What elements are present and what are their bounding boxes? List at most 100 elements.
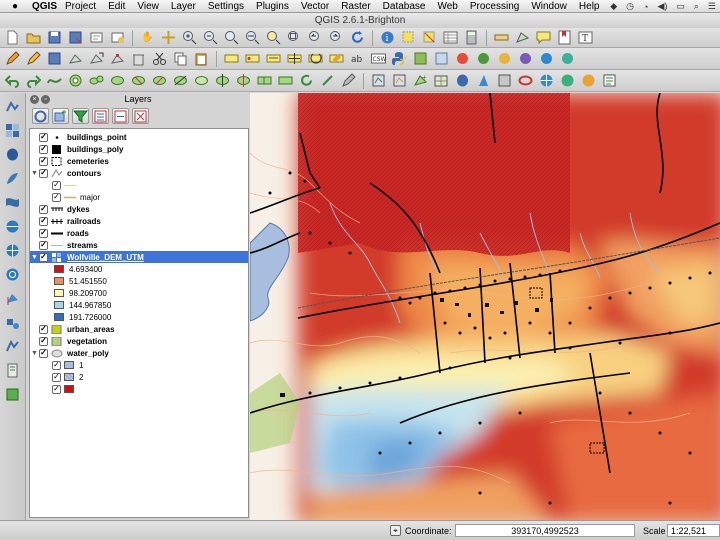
add-vector-icon[interactable]: + (412, 73, 429, 89)
layer-visibility-checkbox[interactable]: ✓ (39, 324, 48, 334)
plugin-d-icon[interactable] (475, 51, 492, 67)
layer-row-railroads[interactable]: ✓ railroads (30, 215, 101, 227)
menu-edit[interactable]: Edit (108, 1, 125, 12)
add-delimited-layer-icon[interactable] (3, 313, 23, 332)
add-wfs-layer-icon[interactable] (3, 289, 23, 308)
measure-line-icon[interactable] (493, 30, 510, 46)
legend-item-water-class-2[interactable]: ✓ 2 (52, 371, 83, 383)
zoom-out-icon[interactable] (202, 30, 219, 46)
add-postgis-layer-icon[interactable] (3, 145, 23, 164)
map-tips-icon[interactable] (535, 30, 552, 46)
add-delimited-text-icon[interactable] (601, 73, 618, 89)
plugin-c-icon[interactable] (454, 51, 471, 67)
reshape-icon[interactable] (172, 73, 189, 89)
cut-features-icon[interactable] (151, 51, 168, 67)
plugin-e-icon[interactable] (496, 51, 513, 67)
expand-all-icon[interactable] (92, 108, 109, 124)
menu-raster[interactable]: Raster (341, 1, 370, 12)
plugin-g-icon[interactable] (538, 51, 555, 67)
apple-icon[interactable]: ● (8, 1, 22, 12)
python-console-icon[interactable] (391, 51, 408, 67)
class-visibility-checkbox[interactable]: ✓ (52, 360, 61, 370)
refresh-icon[interactable] (349, 30, 366, 46)
open-attribute-table-icon[interactable] (442, 30, 459, 46)
zoom-native-icon[interactable] (223, 30, 240, 46)
show-labels-icon[interactable] (265, 51, 282, 67)
clock-icon[interactable]: ◷ (626, 1, 634, 12)
merge-features-icon[interactable] (256, 73, 273, 89)
coordinate-field[interactable]: 393170,4992523 (455, 524, 635, 537)
class-visibility-checkbox[interactable]: ✓ (52, 180, 61, 190)
new-print-composer-icon[interactable] (88, 30, 105, 46)
zoom-to-layer-icon[interactable] (286, 30, 303, 46)
add-oracle-icon[interactable] (517, 73, 534, 89)
save-layer-edits-icon[interactable] (46, 51, 63, 67)
layer-row-roads[interactable]: ✓ roads (30, 227, 89, 239)
add-wcs-icon[interactable] (559, 73, 576, 89)
layer-visibility-checkbox[interactable]: ✓ (39, 204, 48, 214)
layer-styling-icon[interactable] (32, 108, 49, 124)
add-virtual-layer-icon[interactable] (3, 337, 23, 356)
menu-vector[interactable]: Vector (301, 1, 329, 12)
menu-layer[interactable]: Layer (171, 1, 196, 12)
new-project-icon[interactable] (4, 30, 21, 46)
add-part-icon[interactable] (88, 73, 105, 89)
select-features-icon[interactable] (400, 30, 417, 46)
layer-row-vegetation[interactable]: ✓ vegetation (30, 335, 107, 347)
field-calculator-icon[interactable] (463, 30, 480, 46)
add-raster-layer-icon[interactable] (3, 121, 23, 140)
redo-icon[interactable] (25, 73, 42, 89)
add-group-icon[interactable] (52, 108, 69, 124)
layer-visibility-checkbox[interactable]: ✓ (39, 156, 48, 166)
rotate-label-icon[interactable] (307, 51, 324, 67)
menu-processing[interactable]: Processing (470, 1, 519, 12)
plugin-a-icon[interactable] (412, 51, 429, 67)
menu-project[interactable]: Project (65, 1, 96, 12)
label-text-icon[interactable]: ab (349, 51, 366, 67)
delete-part-icon[interactable] (151, 73, 168, 89)
open-project-icon[interactable] (25, 30, 42, 46)
measure-area-icon[interactable] (514, 30, 531, 46)
add-vector-layer-icon[interactable] (3, 97, 23, 116)
split-features-icon[interactable] (214, 73, 231, 89)
identify-icon[interactable]: i (379, 30, 396, 46)
undo-icon[interactable] (4, 73, 21, 89)
layer-visibility-checkbox[interactable]: ✓ (39, 348, 48, 358)
layer-row-urban-areas[interactable]: ✓ urban_areas (30, 323, 115, 335)
expand-arrow-icon[interactable]: ▼ (30, 350, 39, 357)
add-feature-icon[interactable] (67, 51, 84, 67)
label-tool-icon[interactable] (223, 51, 240, 67)
add-wfs-icon[interactable] (580, 73, 597, 89)
plugin-b-icon[interactable] (433, 51, 450, 67)
class-visibility-checkbox[interactable]: ✓ (52, 384, 61, 394)
add-oracle-layer-icon[interactable] (3, 217, 23, 236)
add-ring-icon[interactable] (67, 73, 84, 89)
delete-selected-icon[interactable] (130, 51, 147, 67)
layer-row-buildings-point[interactable]: ✓ buildings_point (30, 131, 127, 143)
csw-icon[interactable]: CSW (370, 51, 387, 67)
layer-row-buildings-poly[interactable]: ✓ buildings_poly (30, 143, 123, 155)
menu-plugins[interactable]: Plugins (256, 1, 289, 12)
toggle-editing-icon[interactable] (25, 51, 42, 67)
menu-help[interactable]: Help (579, 1, 600, 12)
dropbox-icon[interactable]: ◆ (610, 1, 617, 12)
panel-close-icon[interactable]: × (30, 95, 39, 104)
move-feature-icon[interactable] (88, 51, 105, 67)
collapse-all-icon[interactable] (112, 108, 129, 124)
add-spatialite-layer-icon[interactable] (3, 169, 23, 188)
zoom-in-icon[interactable] (181, 30, 198, 46)
offset-curve-icon[interactable] (193, 73, 210, 89)
add-grass-layer-icon[interactable] (3, 385, 23, 404)
layer-visibility-checkbox[interactable]: ✓ (39, 228, 48, 238)
add-mssql-layer-icon[interactable] (3, 193, 23, 212)
current-edits-icon[interactable] (4, 51, 21, 67)
scale-combobox[interactable]: 1:22,521 (667, 524, 720, 537)
zoom-next-icon[interactable] (328, 30, 345, 46)
layer-visibility-checkbox[interactable]: ✓ (39, 168, 48, 178)
panel-float-icon[interactable]: ▫ (41, 95, 50, 104)
change-label-icon[interactable] (328, 51, 345, 67)
menu-database[interactable]: Database (383, 1, 426, 12)
new-shapefile-icon[interactable] (370, 73, 387, 89)
delete-ring-icon[interactable] (130, 73, 147, 89)
add-postgis-icon[interactable] (454, 73, 471, 89)
